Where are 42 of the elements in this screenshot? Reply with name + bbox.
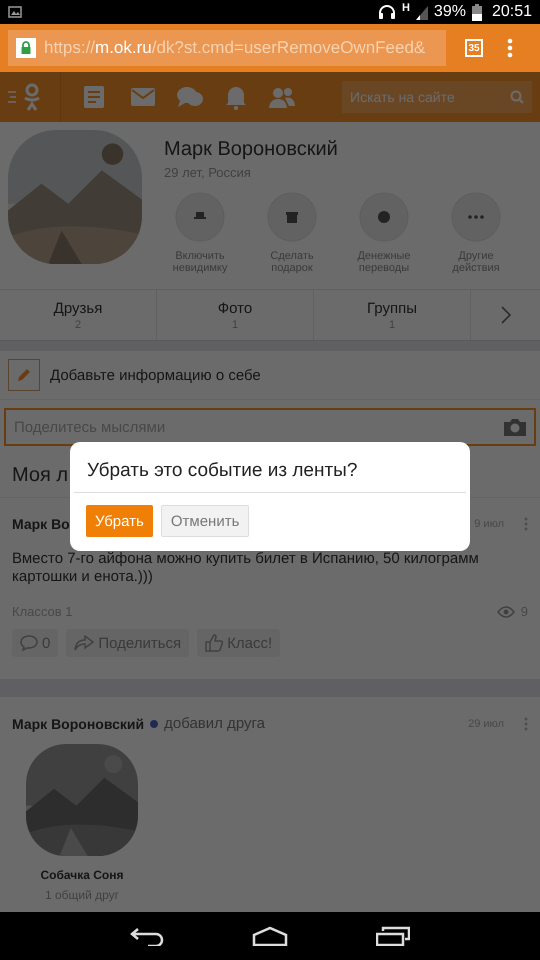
- mail-icon[interactable]: [131, 88, 155, 106]
- profile-name: Марк Вороновский: [164, 138, 339, 161]
- network-type: H: [402, 2, 410, 14]
- post-author[interactable]: Марк Вороновский: [12, 716, 144, 732]
- dialog-title: Убрать это событие из ленты?: [74, 442, 466, 493]
- chevron-right-icon[interactable]: [500, 306, 510, 324]
- recent-apps-icon[interactable]: [376, 926, 410, 946]
- share-icon: [74, 635, 94, 651]
- post-author[interactable]: Марк Во: [12, 516, 70, 532]
- chat-icon[interactable]: [177, 85, 203, 109]
- camera-icon[interactable]: [504, 418, 526, 436]
- clock: 20:51: [492, 3, 532, 21]
- menu-icon[interactable]: [507, 38, 513, 58]
- headphones-icon: [378, 4, 396, 20]
- bell-icon[interactable]: [225, 84, 247, 110]
- add-info-link[interactable]: Добавьте информацию о себе: [50, 366, 261, 384]
- post-action: добавил друга: [164, 715, 265, 732]
- battery-percent: 39%: [434, 3, 466, 21]
- url-field[interactable]: https://m.ok.ru/dk?st.cmd=userRemoveOwnFeed&: [8, 30, 446, 66]
- friends-icon[interactable]: [269, 86, 295, 108]
- search-icon: [510, 90, 524, 104]
- search-field[interactable]: Искать на сайте: [342, 81, 532, 113]
- image-notification-icon: [8, 6, 22, 18]
- thumbs-up-icon: [205, 634, 224, 652]
- pencil-icon[interactable]: [16, 367, 32, 383]
- back-icon[interactable]: [130, 926, 164, 946]
- lock-icon: [16, 38, 36, 58]
- cancel-button[interactable]: Отменить: [160, 505, 250, 537]
- gift-icon[interactable]: [267, 192, 317, 242]
- friend-name[interactable]: Собачка Соня: [40, 868, 124, 882]
- battery-icon: [472, 4, 482, 20]
- signal-icon: [416, 4, 428, 20]
- remove-button[interactable]: Убрать: [86, 505, 153, 537]
- home-icon[interactable]: [252, 926, 288, 946]
- more-icon[interactable]: [451, 192, 501, 242]
- eye-icon: [496, 606, 515, 618]
- comment-icon: [20, 635, 38, 651]
- post-text: Вместо 7-го айфона можно купить билет в Испанию, 50 килограмм картошки и енота.))): [12, 550, 480, 586]
- coin-icon[interactable]: [359, 192, 409, 242]
- url-text: https://m.ok.ru/dk?st.cmd=userRemoveOwnFeed&: [44, 38, 426, 58]
- tab-count-button[interactable]: 35: [465, 39, 483, 57]
- hat-icon[interactable]: [175, 192, 225, 242]
